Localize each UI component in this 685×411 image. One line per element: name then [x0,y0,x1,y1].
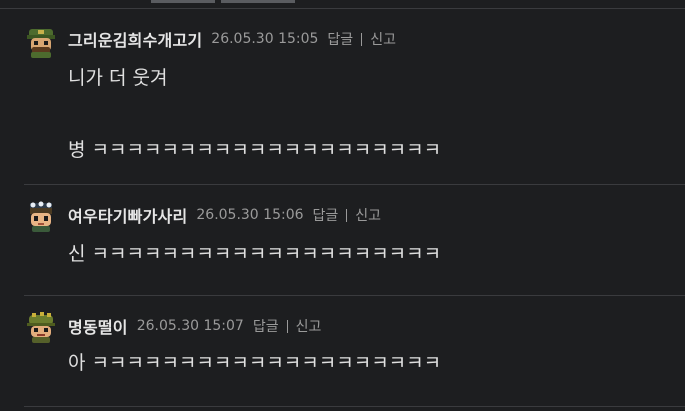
comment-text-line: 아 ㅋㅋㅋㅋㅋㅋㅋㅋㅋㅋㅋㅋㅋㅋㅋㅋㅋㅋㅋㅋ [68,352,442,374]
reply-link[interactable]: 답글 [313,205,339,225]
comment-meta: 그리운김희수개고기 26.05.30 15:05 답글 신고 [68,28,396,50]
soldier-avatar-icon[interactable] [24,26,58,60]
comment-meta: 여우타기빠가사리 26.05.30 15:06 답글 신고 [68,204,381,226]
report-link[interactable]: 신고 [370,29,396,49]
comment-divider [24,295,685,296]
comment-text-line: 신 ㅋㅋㅋㅋㅋㅋㅋㅋㅋㅋㅋㅋㅋㅋㅋㅋㅋㅋㅋㅋ [68,243,442,265]
crown-girl-avatar-icon[interactable] [24,200,58,234]
reply-link[interactable]: 답글 [253,316,279,336]
comment-text-line: 니가 더 웃겨 [68,67,168,89]
comment-list: 그리운김희수개고기 26.05.30 15:05 답글 신고 니가 더 웃겨 병… [0,0,685,411]
comment-nickname[interactable]: 그리운김희수개고기 [68,27,202,51]
reply-link[interactable]: 답글 [327,29,353,49]
comment-nickname[interactable]: 여우타기빠가사리 [68,203,187,227]
comment-divider [24,406,685,407]
action-separator [286,319,288,333]
action-separator [361,32,363,46]
comment-datetime: 26.05.30 15:05 [211,31,319,47]
comment-datetime: 26.05.30 15:07 [136,318,244,334]
report-link[interactable]: 신고 [355,205,381,225]
comment-meta: 명동떨이 26.05.30 15:07 답글 신고 [68,315,321,337]
comment-text-line: 병 ㅋㅋㅋㅋㅋㅋㅋㅋㅋㅋㅋㅋㅋㅋㅋㅋㅋㅋㅋㅋ [68,139,442,161]
action-separator [346,208,348,222]
comment-divider [24,184,685,185]
comment-datetime: 26.05.30 15:06 [196,207,304,223]
report-link[interactable]: 신고 [296,316,322,336]
helmet-avatar-icon[interactable] [24,311,58,345]
comment-nickname[interactable]: 명동떨이 [68,314,128,338]
